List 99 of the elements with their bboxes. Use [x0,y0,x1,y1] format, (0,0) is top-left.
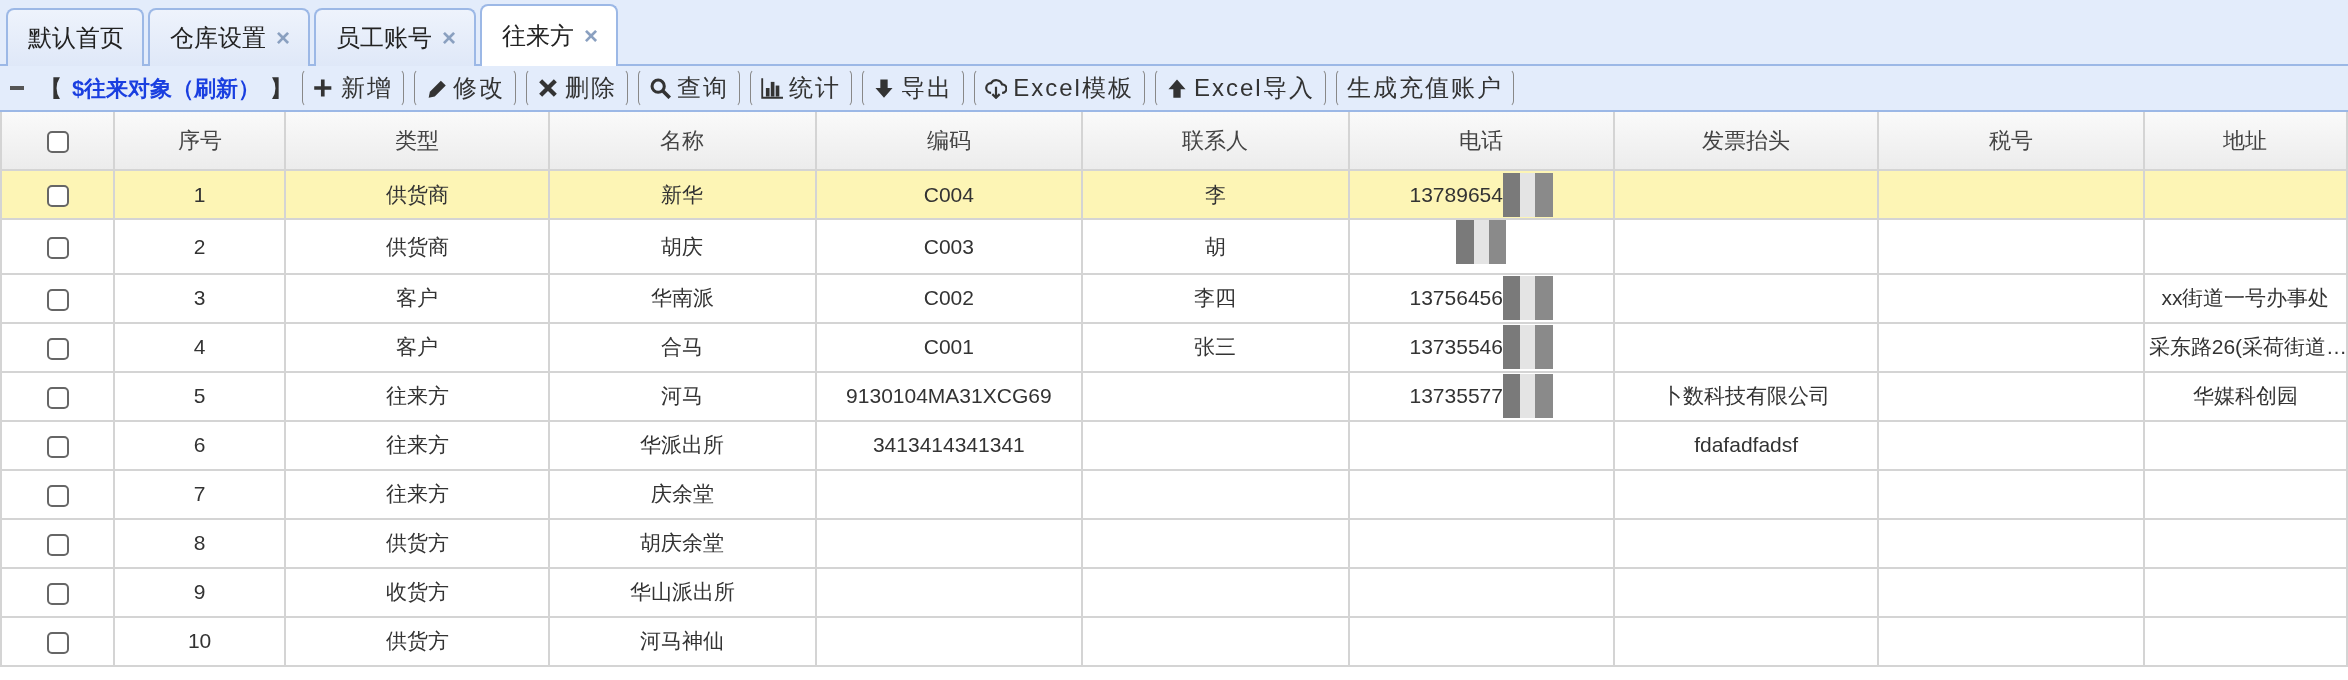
tab[interactable]: 仓库设置 × [148,8,310,66]
table-cell: 3413414341341 [815,420,1083,470]
table-cell: fdafadfadsf [1613,420,1879,470]
table-cell: 往来方 [284,420,550,470]
cloud-download-icon [985,77,1008,99]
table-row[interactable]: 1 供货商 新华 C004 李 13789654 [1,170,2347,219]
table-cell: 5 [114,371,285,421]
checkbox[interactable] [46,533,69,556]
table-cell: C004 [815,170,1083,219]
table-cell: 供货方 [284,616,550,666]
table-cell: 华山派出所 [549,567,816,617]
table-cell: 河马 [549,371,816,421]
table-row[interactable]: 2 供货商 胡庆 C003 胡 [1,219,2347,274]
table-row[interactable]: 4 客户 合马 C001 张三 13735546 采东路26(采荷街道… [1,322,2347,372]
checkbox[interactable] [46,582,69,605]
table-cell: 合马 [549,322,816,372]
x-icon [537,77,560,99]
column-header[interactable]: 发票抬头 [1613,112,1879,170]
column-header[interactable]: 地址 [2143,112,2347,170]
table-cell: C002 [815,273,1083,323]
column-header[interactable]: 序号 [114,112,285,170]
tab[interactable]: 往来方 × [480,4,619,66]
bar-chart-icon [761,77,784,99]
checkbox[interactable] [46,131,69,154]
table-cell: 胡 [1082,219,1349,274]
table-cell: 4 [114,322,285,372]
table-cell: 2 [114,219,285,274]
table-row[interactable]: 3 客户 华南派 C002 李四 13756456 xx街道一号办事处 [1,273,2347,323]
table-row[interactable]: 5 往来方 河马 9130104MA31XCG69 13735577 卜数科技有限公司 华媒科创园 [1,371,2347,421]
table-row[interactable]: 7 往来方 庆余堂 [1,469,2347,519]
tab[interactable]: 默认首页 [6,8,144,66]
panel-title-link[interactable]: $往来对象（刷新） [72,71,261,105]
toolbar-button[interactable]: 删除 [526,69,629,107]
table-row[interactable]: 8 供货方 胡庆余堂 [1,518,2347,568]
table-cell: 7 [114,469,285,519]
table-cell: 供货商 [284,170,550,219]
table-cell: 客户 [284,273,550,323]
table-row[interactable]: 9 收货方 华山派出所 [1,567,2347,617]
table-cell: 新华 [549,170,816,219]
column-header[interactable]: 编码 [815,112,1083,170]
column-header[interactable]: 名称 [549,112,816,170]
table-cell: 9130104MA31XCG69 [815,371,1083,421]
column-header[interactable]: 联系人 [1082,112,1349,170]
table-cell: 10 [114,616,285,666]
table-cell: xx街道一号办事处 [2143,273,2347,323]
table-cell: 胡庆余堂 [549,518,816,568]
table-cell: C003 [815,219,1083,274]
toolbar-button[interactable]: 统计 [750,69,853,107]
checkbox[interactable] [46,435,69,458]
table-cell: 1 [114,170,285,219]
table-cell: 6 [114,420,285,470]
column-header[interactable]: 税号 [1878,112,2144,170]
table-cell: 供货商 [284,219,550,274]
table-cell: 收货方 [284,567,550,617]
table-row[interactable]: 6 往来方 华派出所 3413414341341 fdafadfadsf [1,420,2347,470]
toolbar-button[interactable]: 修改 [414,69,517,107]
checkbox[interactable] [46,288,69,311]
table-cell: 往来方 [284,469,550,519]
table-cell: 8 [114,518,285,568]
toolbar-button[interactable]: 生成充值账户 [1335,69,1514,107]
table-cell: 供货方 [284,518,550,568]
table-cell: 卜数科技有限公司 [1613,371,1879,421]
checkbox[interactable] [46,631,69,654]
toolbar-button[interactable]: 查询 [638,69,741,107]
table-cell: 客户 [284,322,550,372]
table-cell: 3 [114,273,285,323]
table-cell: 李四 [1082,273,1349,323]
checkbox[interactable] [46,185,69,208]
checkbox[interactable] [46,386,69,409]
search-icon [649,77,672,99]
checkbox[interactable] [46,337,69,360]
table-cell: 华媒科创园 [2143,371,2347,421]
table-cell: 华派出所 [549,420,816,470]
toolbar-button[interactable]: Excel导入 [1154,69,1326,107]
table-cell: 华南派 [549,273,816,323]
column-header[interactable]: 电话 [1348,112,1614,170]
table-cell: 胡庆 [549,219,816,274]
checkbox[interactable] [46,484,69,507]
toolbar-button[interactable]: Excel模板 [974,69,1145,107]
table-cell: 采东路26(采荷街道… [2143,322,2347,372]
table-cell: C001 [815,322,1083,372]
toolbar-button[interactable]: 导出 [862,69,965,107]
table-cell-text: 13789654 [1409,181,1503,208]
table-cell: 张三 [1082,322,1349,372]
table-cell: 往来方 [284,371,550,421]
table-cell: 庆余堂 [549,469,816,519]
bracket: 【 [40,74,62,103]
table-cell-text: 13756456 [1409,285,1503,312]
bracket: 】 [270,74,293,103]
table-cell-text: 13735577 [1409,383,1503,410]
table-cell: 9 [114,567,285,617]
table-row[interactable]: 10 供货方 河马神仙 [1,616,2347,666]
table-cell: 李 [1082,170,1349,219]
table-cell-text: 13735546 [1409,334,1503,361]
toolbar-button[interactable]: 新增 [302,69,405,107]
checkbox[interactable] [46,236,69,259]
tab[interactable]: 员工账号 × [314,8,477,66]
table-cell: 河马神仙 [549,616,816,666]
column-header[interactable]: 类型 [284,112,550,170]
